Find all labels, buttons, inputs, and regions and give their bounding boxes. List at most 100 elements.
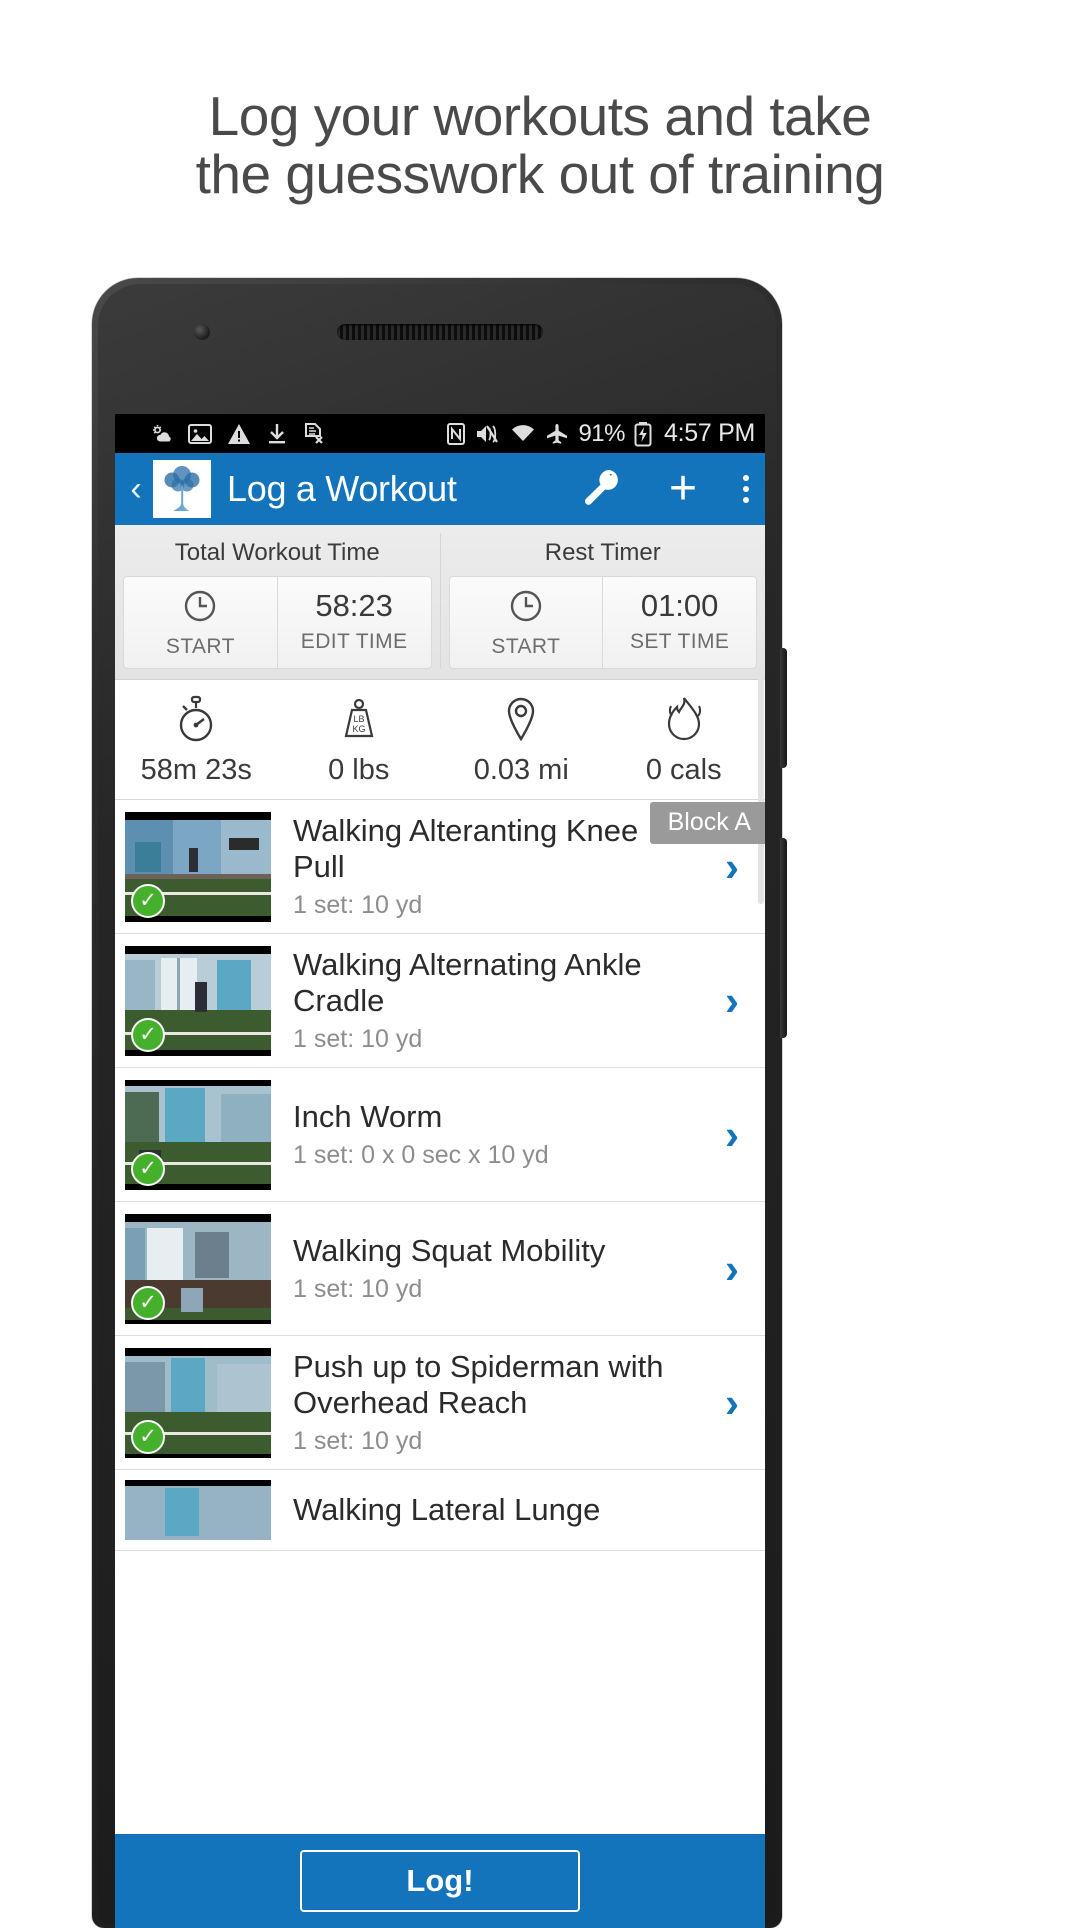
- action-bar-actions: +: [579, 465, 749, 514]
- exercise-list: ✓ Walking Alteranting Knee Pull 1 set: 1…: [115, 800, 765, 1551]
- svg-text:LB: LB: [353, 714, 364, 724]
- chevron-right-icon[interactable]: ›: [699, 977, 765, 1025]
- wifi-icon: [510, 423, 536, 445]
- exercise-thumbnail[interactable]: ✓: [125, 1079, 271, 1190]
- status-bar: 91% 4:57 PM: [115, 414, 765, 453]
- exercise-text: Inch Worm 1 set: 0 x 0 sec x 10 yd: [271, 1099, 699, 1170]
- exercise-detail: 1 set: 10 yd: [293, 890, 423, 919]
- battery-charging-icon: [634, 421, 652, 447]
- stat-duration: 58m 23s: [115, 694, 278, 787]
- exercise-row[interactable]: ✓ Walking Alternating Ankle Cradle 1 set…: [115, 934, 765, 1068]
- airplane-mode-icon: [545, 423, 569, 445]
- promo-headline: Log your workouts and take the guesswork…: [0, 0, 1080, 204]
- exercise-detail: 1 set: 10 yd: [293, 1274, 423, 1303]
- rest-timer-set-time-button[interactable]: 01:00 SET TIME: [602, 576, 757, 669]
- status-bar-left-icons: [149, 422, 325, 446]
- exercise-row[interactable]: ✓ Walking Squat Mobility 1 set: 10 yd ›: [115, 1202, 765, 1336]
- chevron-right-icon[interactable]: ›: [699, 843, 765, 891]
- stopwatch-icon: [115, 694, 278, 746]
- rest-timer-label: Rest Timer: [544, 539, 661, 566]
- weather-partly-cloudy-icon: [149, 422, 173, 446]
- exercise-thumbnail[interactable]: ✓: [125, 1213, 271, 1324]
- svg-text:KG: KG: [352, 724, 365, 734]
- image-icon: [188, 423, 212, 445]
- completed-check-icon: ✓: [131, 1151, 165, 1186]
- rest-timer-start-button[interactable]: START: [448, 576, 603, 669]
- stat-weight: LB KG 0 lbs: [278, 694, 441, 787]
- scrollbar-thumb[interactable]: [758, 664, 764, 904]
- timers-panel: Total Workout Time START 58:23 EDIT TIME: [115, 525, 765, 680]
- rest-timer: Rest Timer START 01:00 SET TIME: [439, 533, 766, 669]
- rest-timer-value: 01:00: [640, 588, 719, 623]
- stat-calories-value: 0 cals: [645, 754, 722, 786]
- exercise-text: Push up to Spiderman with Overhead Reach…: [271, 1349, 699, 1456]
- stat-distance-value: 0.03 mi: [473, 754, 569, 786]
- chevron-right-icon[interactable]: ›: [699, 1379, 765, 1427]
- front-camera-icon: [194, 324, 210, 340]
- phone-mockup: 91% 4:57 PM ‹ Log a Workout + Total Work…: [92, 278, 787, 1928]
- total-workout-timer: Total Workout Time START 58:23 EDIT TIME: [115, 533, 440, 669]
- exercise-text: Walking Squat Mobility 1 set: 10 yd: [271, 1233, 699, 1304]
- warning-triangle-icon: [227, 423, 251, 445]
- plus-icon[interactable]: +: [669, 465, 697, 513]
- stat-duration-value: 58m 23s: [140, 754, 252, 786]
- exercise-detail: 1 set: 0 x 0 sec x 10 yd: [293, 1140, 549, 1169]
- exercise-thumbnail[interactable]: [125, 1480, 271, 1540]
- rest-timer-set-time-label: SET TIME: [629, 630, 730, 653]
- overflow-menu-icon[interactable]: [743, 475, 749, 503]
- flame-icon: [603, 694, 766, 746]
- stat-distance: 0.03 mi: [440, 694, 603, 787]
- total-workout-timer-buttons: START 58:23 EDIT TIME: [115, 576, 440, 669]
- exercise-thumbnail[interactable]: ✓: [125, 1347, 271, 1458]
- mute-vibrate-icon: [475, 423, 501, 445]
- exercise-title: Inch Worm: [293, 1099, 443, 1135]
- total-workout-time-value: 58:23: [315, 588, 393, 623]
- chevron-right-icon[interactable]: ›: [699, 1245, 765, 1293]
- completed-check-icon: ✓: [131, 1419, 165, 1454]
- exercise-thumbnail[interactable]: ✓: [125, 945, 271, 1056]
- exercise-row[interactable]: ✓ Push up to Spiderman with Overhead Rea…: [115, 1336, 765, 1470]
- completed-check-icon: ✓: [131, 1017, 165, 1052]
- rest-timer-buttons: START 01:00 SET TIME: [441, 576, 766, 669]
- chevron-right-icon[interactable]: ›: [699, 1111, 765, 1159]
- wrench-icon[interactable]: [579, 465, 623, 514]
- file-error-icon: [303, 422, 325, 446]
- status-bar-right-icons: 91% 4:57 PM: [446, 419, 755, 448]
- exercise-title: Walking Alteranting Knee Pull: [293, 813, 639, 884]
- tree-logo-icon[interactable]: [153, 460, 211, 518]
- completed-check-icon: ✓: [131, 883, 165, 918]
- page-title: Log a Workout: [227, 468, 457, 509]
- exercise-text: Walking Alteranting Knee Pull 1 set: 10 …: [271, 813, 699, 920]
- nfc-icon: [446, 422, 466, 446]
- log-button[interactable]: Log!: [300, 1850, 580, 1912]
- total-workout-edit-time-button[interactable]: 58:23 EDIT TIME: [276, 576, 432, 669]
- exercise-thumbnail[interactable]: ✓: [125, 811, 271, 922]
- power-button[interactable]: [780, 838, 787, 1038]
- earpiece-speaker: [337, 324, 543, 340]
- exercise-text: Walking Alternating Ankle Cradle 1 set: …: [271, 947, 699, 1054]
- block-badge: Block A: [649, 802, 765, 844]
- clock-icon: [124, 586, 277, 631]
- completed-check-icon: ✓: [131, 1285, 165, 1320]
- clock-time-label: 4:57 PM: [663, 419, 755, 447]
- weight-icon: LB KG: [278, 694, 441, 746]
- clock-icon: [450, 586, 603, 631]
- exercise-row[interactable]: ✓ Inch Worm 1 set: 0 x 0 sec x 10 yd ›: [115, 1068, 765, 1202]
- app-action-bar: ‹ Log a Workout +: [115, 453, 765, 525]
- location-pin-icon: [440, 694, 603, 746]
- phone-screen: 91% 4:57 PM ‹ Log a Workout + Total Work…: [115, 414, 765, 1928]
- workout-stats-strip: 58m 23s LB KG 0 lbs 0.03 mi 0 cals: [115, 680, 765, 800]
- exercise-title: Walking Lateral Lunge: [293, 1492, 601, 1528]
- bottom-action-bar: Log!: [115, 1834, 765, 1928]
- total-workout-edit-time-label: EDIT TIME: [300, 630, 408, 653]
- headline-line-1: Log your workouts and take: [208, 85, 872, 147]
- back-chevron-icon[interactable]: ‹: [123, 470, 149, 509]
- total-workout-start-button[interactable]: START: [123, 576, 277, 669]
- volume-button[interactable]: [780, 648, 787, 768]
- download-icon: [266, 422, 288, 446]
- exercise-title: Walking Squat Mobility: [293, 1233, 606, 1269]
- rest-timer-start-label: START: [491, 635, 561, 658]
- exercise-row[interactable]: Walking Lateral Lunge: [115, 1470, 765, 1551]
- exercise-title: Push up to Spiderman with Overhead Reach: [293, 1349, 664, 1420]
- stat-calories: 0 cals: [603, 694, 766, 787]
